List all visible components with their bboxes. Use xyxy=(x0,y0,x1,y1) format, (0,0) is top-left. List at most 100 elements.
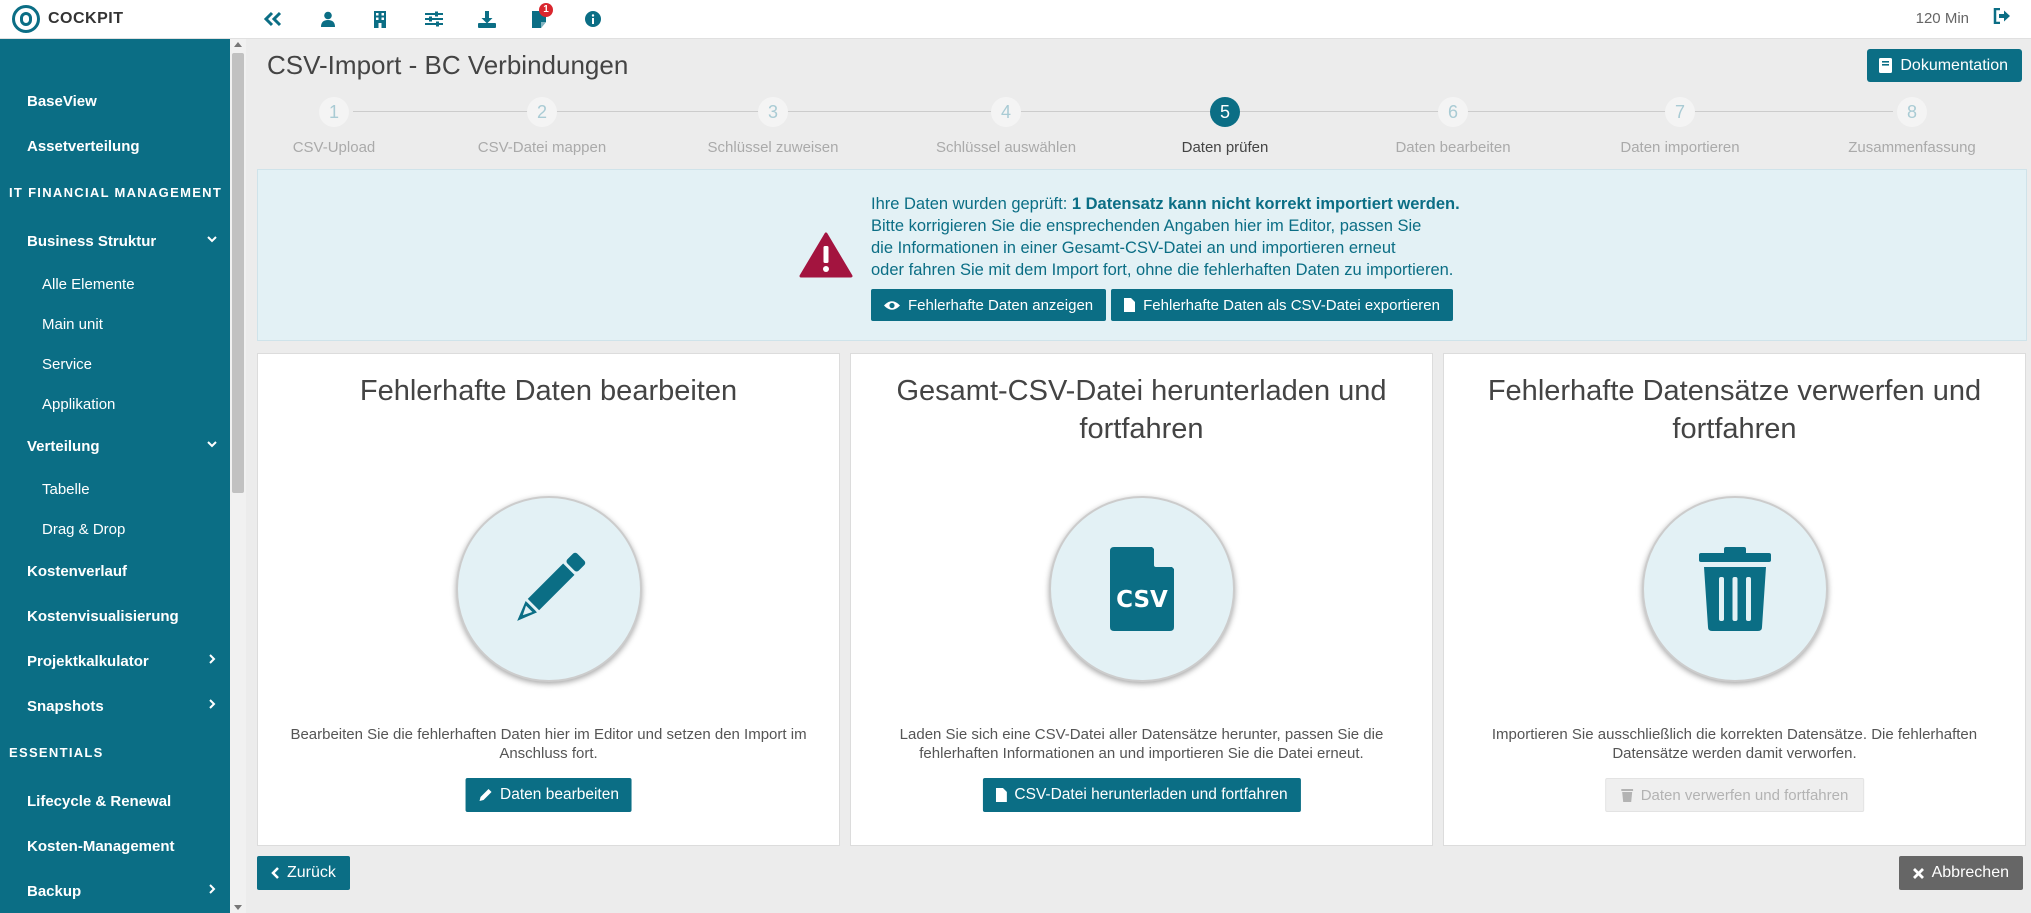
option-card-edit: Fehlerhafte Daten bearbeiten Bearbeiten … xyxy=(257,353,840,846)
step-number: 3 xyxy=(758,97,788,127)
validation-info-panel: Ihre Daten wurden geprüft: 1 Datensatz k… xyxy=(257,169,2027,341)
step-label: Daten bearbeiten xyxy=(1395,139,1511,156)
download-csv-continue-button[interactable]: CSV-Datei herunterladen und fortfahren xyxy=(982,778,1301,812)
sidebar-item-tabelle[interactable]: Tabelle xyxy=(0,471,230,507)
cancel-button-label: Abbrechen xyxy=(1931,864,2009,881)
sidebar-item-label: Main unit xyxy=(42,315,103,333)
trash-icon xyxy=(1698,547,1771,631)
validation-message-line: Bitte korrigieren Sie die ensprechenden … xyxy=(871,217,1422,235)
sidebar-item-baseview[interactable]: BaseView xyxy=(0,83,230,119)
collapse-sidebar-button[interactable] xyxy=(261,8,285,30)
session-timer: 120 Min xyxy=(1915,10,1969,27)
trash-icon xyxy=(1620,789,1633,802)
option-card-description: Importieren Sie ausschließlich die korre… xyxy=(1491,726,1978,762)
documentation-button[interactable]: Dokumentation xyxy=(1867,49,2022,82)
double-chevron-left-icon xyxy=(263,11,282,27)
step-daten-importieren[interactable]: 7 Daten importieren xyxy=(1570,95,1790,156)
sidebar-item-lifecycle-renewal[interactable]: Lifecycle & Renewal xyxy=(0,783,230,819)
app-logo[interactable]: COCKPIT xyxy=(12,5,124,33)
sidebar-item-label: Projektkalkulator xyxy=(27,652,149,670)
sidebar-item-label: Applikation xyxy=(42,395,116,413)
option-card-description: Bearbeiten Sie die fehlerhaften Daten hi… xyxy=(290,726,807,762)
show-invalid-data-label: Fehlerhafte Daten anzeigen xyxy=(908,296,1094,314)
download-csv-continue-label: CSV-Datei herunterladen und fortfahren xyxy=(1014,786,1288,803)
validation-message-error-count: 1 Datensatz kann nicht korrekt importier… xyxy=(1071,195,1460,213)
cancel-button[interactable]: Abbrechen xyxy=(1898,856,2023,890)
info-icon xyxy=(585,11,601,27)
sidebar-item-assetverteilung[interactable]: Assetverteilung xyxy=(0,128,230,164)
step-daten-pruefen[interactable]: 5 Daten prüfen xyxy=(1115,95,1335,156)
download-button[interactable] xyxy=(475,8,499,30)
sidebar-section-it-financial-management: IT FINANCIAL MANAGEMENT xyxy=(9,185,223,200)
sidebar-item-verteilung[interactable]: Verteilung xyxy=(0,428,230,464)
file-icon xyxy=(1124,298,1136,312)
sidebar-item-main-unit[interactable]: Main unit xyxy=(0,306,230,342)
notification-badge: 1 xyxy=(539,3,553,17)
step-label: Daten importieren xyxy=(1620,139,1740,156)
pencil-icon xyxy=(516,552,585,621)
sidebar-section-essentials: ESSENTIALS xyxy=(9,745,104,760)
back-button-label: Zurück xyxy=(287,864,336,881)
step-csv-upload[interactable]: 1 CSV-Upload xyxy=(224,95,444,156)
back-button[interactable]: Zurück xyxy=(257,856,350,890)
chevron-left-icon xyxy=(271,867,279,879)
show-invalid-data-button[interactable]: Fehlerhafte Daten anzeigen xyxy=(871,289,1107,321)
step-schluessel-zuweisen[interactable]: 3 Schlüssel zuweisen xyxy=(663,95,883,156)
step-number: 6 xyxy=(1438,97,1468,127)
user-button[interactable] xyxy=(316,8,340,30)
sidebar-item-backup[interactable]: Backup xyxy=(0,873,230,909)
sidebar-item-kosten-management[interactable]: Kosten-Management xyxy=(0,828,230,864)
option-card-download-csv: Gesamt-CSV-Datei herunterladen und fortf… xyxy=(850,353,1433,846)
page-title: CSV-Import - BC Verbindungen xyxy=(267,50,629,80)
sidebar-item-label: Verteilung xyxy=(27,437,100,455)
chevron-right-icon xyxy=(209,654,216,664)
sidebar-item-label: Tabelle xyxy=(42,480,90,498)
logout-button[interactable] xyxy=(1993,7,2015,30)
sidebar-item-label: Business Struktur xyxy=(27,232,157,250)
sidebar-item-label: Snapshots xyxy=(27,697,104,715)
sidebar-item-service[interactable]: Service xyxy=(0,346,230,382)
step-label: Schlüssel auswählen xyxy=(935,139,1077,156)
sidebar-item-kostenvisualisierung[interactable]: Kostenvisualisierung xyxy=(0,598,230,634)
option-card-icon-circle: CSV xyxy=(1048,496,1235,682)
edit-data-button[interactable]: Daten bearbeiten xyxy=(465,778,632,812)
sidebar: BaseView Assetverteilung IT FINANCIAL MA… xyxy=(0,39,230,913)
step-csv-datei-mappen[interactable]: 2 CSV-Datei mappen xyxy=(432,95,652,156)
sidebar-item-label: Assetverteilung xyxy=(27,137,140,155)
step-number: 5 xyxy=(1210,97,1240,127)
sidebar-item-label: BaseView xyxy=(27,92,97,110)
logo-text: COCKPIT xyxy=(48,10,124,27)
scroll-up-arrow-icon[interactable] xyxy=(234,42,242,47)
sidebar-scrollbar[interactable] xyxy=(230,39,246,913)
sidebar-item-business-struktur[interactable]: Business Struktur xyxy=(0,223,230,259)
organization-button[interactable] xyxy=(368,8,392,30)
validation-message: Ihre Daten wurden geprüft: 1 Datensatz k… xyxy=(871,193,1460,281)
settings-button[interactable] xyxy=(422,8,446,30)
step-number: 2 xyxy=(527,97,557,127)
info-button[interactable] xyxy=(581,8,605,30)
chevron-right-icon xyxy=(209,884,216,894)
building-icon xyxy=(374,10,386,28)
warning-triangle-icon xyxy=(799,232,853,278)
notifications-button[interactable]: 1 xyxy=(527,3,553,30)
sidebar-item-kostenverlauf[interactable]: Kostenverlauf xyxy=(0,553,230,589)
sidebar-item-snapshots[interactable]: Snapshots xyxy=(0,688,230,724)
step-schluessel-auswaehlen[interactable]: 4 Schlüssel auswählen xyxy=(896,95,1116,156)
sidebar-item-applikation[interactable]: Applikation xyxy=(0,386,230,422)
step-daten-bearbeiten[interactable]: 6 Daten bearbeiten xyxy=(1343,95,1563,156)
step-zusammenfassung[interactable]: 8 Zusammenfassung xyxy=(1802,95,2022,156)
pencil-icon xyxy=(479,789,492,801)
sidebar-item-alle-elemente[interactable]: Alle Elemente xyxy=(0,266,230,302)
logout-icon xyxy=(1993,7,2010,25)
validation-message-line: oder fahren Sie mit dem Import fort, ohn… xyxy=(871,261,1454,279)
step-label: CSV-Datei mappen xyxy=(477,139,607,156)
edit-data-button-label: Daten bearbeiten xyxy=(500,786,619,803)
discard-continue-button[interactable]: Daten verwerfen und fortfahren xyxy=(1604,778,1865,812)
scroll-down-arrow-icon[interactable] xyxy=(234,905,242,910)
export-invalid-data-button[interactable]: Fehlerhafte Daten als CSV-Datei exportie… xyxy=(1111,289,1453,321)
logo-mark-icon xyxy=(12,5,40,33)
validation-message-prefix: Ihre Daten wurden geprüft: xyxy=(871,195,1072,213)
sidebar-item-projektkalkulator[interactable]: Projektkalkulator xyxy=(0,643,230,679)
sidebar-item-label: Kostenvisualisierung xyxy=(27,607,179,625)
sidebar-item-drag-drop[interactable]: Drag & Drop xyxy=(0,511,230,547)
